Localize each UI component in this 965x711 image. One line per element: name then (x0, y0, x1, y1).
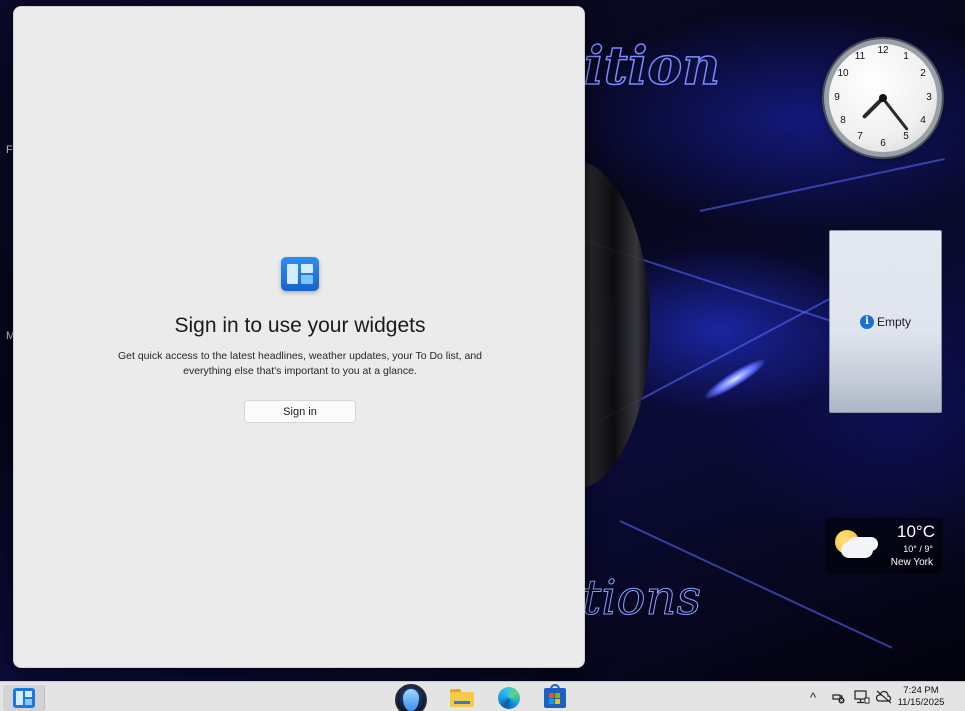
weather-location: New York (890, 557, 933, 568)
alien-start-icon (395, 684, 427, 711)
empty-gadget[interactable]: i Empty (829, 230, 942, 413)
taskbar-date: 11/15/2025 (897, 697, 945, 708)
widgets-panel: Sign in to use your widgets Get quick ac… (13, 6, 585, 668)
widgets-icon (12, 688, 35, 708)
widgets-signin-description: Get quick access to the latest headlines… (117, 350, 482, 377)
clock-number: 10 (837, 68, 849, 79)
weather-temperature: 10°C (897, 522, 935, 541)
taskbar-edge[interactable] (494, 685, 524, 711)
taskbar-clock[interactable]: 7:24 PM 11/15/2025 (891, 685, 951, 709)
clock-center (879, 94, 887, 102)
taskbar-file-explorer[interactable] (447, 685, 477, 711)
sign-in-button[interactable]: Sign in (244, 400, 356, 423)
clock-number: 8 (840, 115, 846, 126)
taskbar: ^ 7:24 PM 11/15/2025 (0, 681, 965, 711)
show-hidden-icons-button[interactable]: ^ (810, 682, 816, 711)
folder-icon (450, 689, 474, 707)
taskbar-time: 7:24 PM (903, 685, 939, 696)
clock-number: 9 (834, 92, 840, 103)
clock-number: 7 (857, 131, 863, 142)
clock-minute-hand (881, 97, 909, 131)
widgets-board-icon (281, 257, 319, 291)
clock-number: 6 (880, 138, 886, 149)
wallpaper-text-bottom: tions (581, 570, 702, 627)
power-icon[interactable] (830, 682, 846, 711)
empty-gadget-label: Empty (876, 314, 911, 329)
clock-number: 1 (903, 51, 909, 62)
taskbar-widgets-button[interactable] (3, 685, 45, 711)
wallpaper-line (699, 158, 945, 212)
clock-number: 2 (920, 68, 926, 79)
cloud-icon (841, 542, 873, 558)
store-icon (544, 684, 566, 708)
start-button[interactable] (392, 684, 430, 711)
edge-browser-icon (498, 687, 520, 709)
clock-number: 12 (877, 45, 889, 56)
weather-range: 10° / 9° (903, 544, 933, 554)
clock-number: 4 (920, 115, 926, 126)
wallpaper-text-top: ition (583, 35, 721, 98)
clock-gadget[interactable]: 12 1 2 3 4 5 6 7 8 9 10 11 (824, 39, 942, 157)
clock-number: 5 (903, 131, 909, 142)
desktop-icon-label-edge: F (6, 144, 13, 156)
taskbar-store[interactable] (540, 684, 570, 711)
widgets-signin-title: Sign in to use your widgets (174, 314, 426, 337)
info-icon: i (859, 314, 874, 329)
weather-gadget[interactable]: 10°C 10° / 9° New York (825, 518, 943, 574)
clock-number: 3 (926, 92, 932, 103)
network-icon[interactable] (853, 682, 871, 711)
clock-number: 11 (854, 51, 866, 62)
